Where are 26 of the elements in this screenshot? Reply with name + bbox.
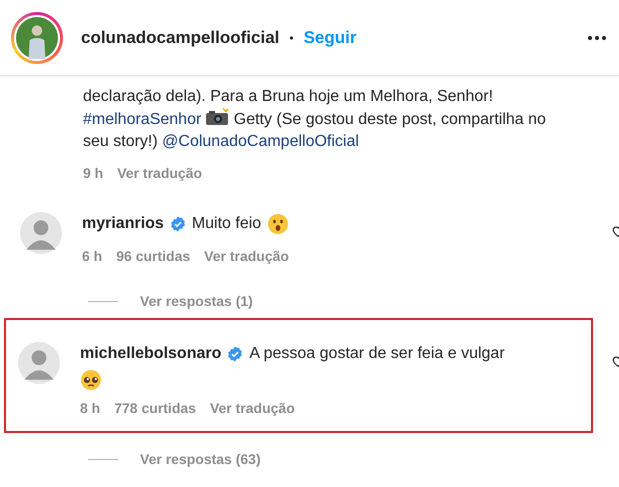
more-options-icon[interactable] <box>587 34 607 40</box>
comment-text: Muito feio <box>192 214 262 234</box>
username[interactable]: colunadocampellooficial <box>81 24 280 50</box>
likes-count[interactable]: 778 curtidas <box>114 398 196 419</box>
follow-button[interactable]: Seguir <box>304 24 356 50</box>
translate-link[interactable]: Ver tradução <box>210 398 295 419</box>
avatar[interactable] <box>20 212 62 254</box>
translate-link[interactable]: Ver tradução <box>204 246 289 267</box>
username[interactable]: michellebolsonaro <box>80 342 222 366</box>
comment-time: 6 h <box>82 247 102 266</box>
separator: • <box>289 30 294 46</box>
comment-text: A pessoa gostar de ser feia e vulgar <box>249 344 505 364</box>
pleading-face-icon <box>80 368 102 391</box>
view-replies-link[interactable]: Ver respostas (1) <box>140 291 253 312</box>
translate-link[interactable]: Ver tradução <box>117 163 202 184</box>
avatar[interactable] <box>18 342 60 384</box>
caption-text: declaração dela). Para a Bruna hoje um Melhora, Senhor! #melhoraSenhor Getty (Se gostou deste post, compartilha no seu story!) @ColunadoCampelloOficial <box>83 87 547 152</box>
comment-time: 8 h <box>80 399 100 418</box>
camera-flash-icon <box>205 108 230 126</box>
post-time: 9 h <box>83 164 104 183</box>
astonished-face-icon <box>267 213 290 235</box>
mention-link[interactable]: @ColunadoCampelloOficial <box>162 133 359 150</box>
username[interactable]: myrianrios <box>82 212 164 236</box>
view-replies-link[interactable]: Ver respostas (63) <box>140 449 261 470</box>
hashtag-link[interactable]: #melhoraSenhor <box>83 111 202 128</box>
likes-count[interactable]: 96 curtidas <box>116 246 190 267</box>
